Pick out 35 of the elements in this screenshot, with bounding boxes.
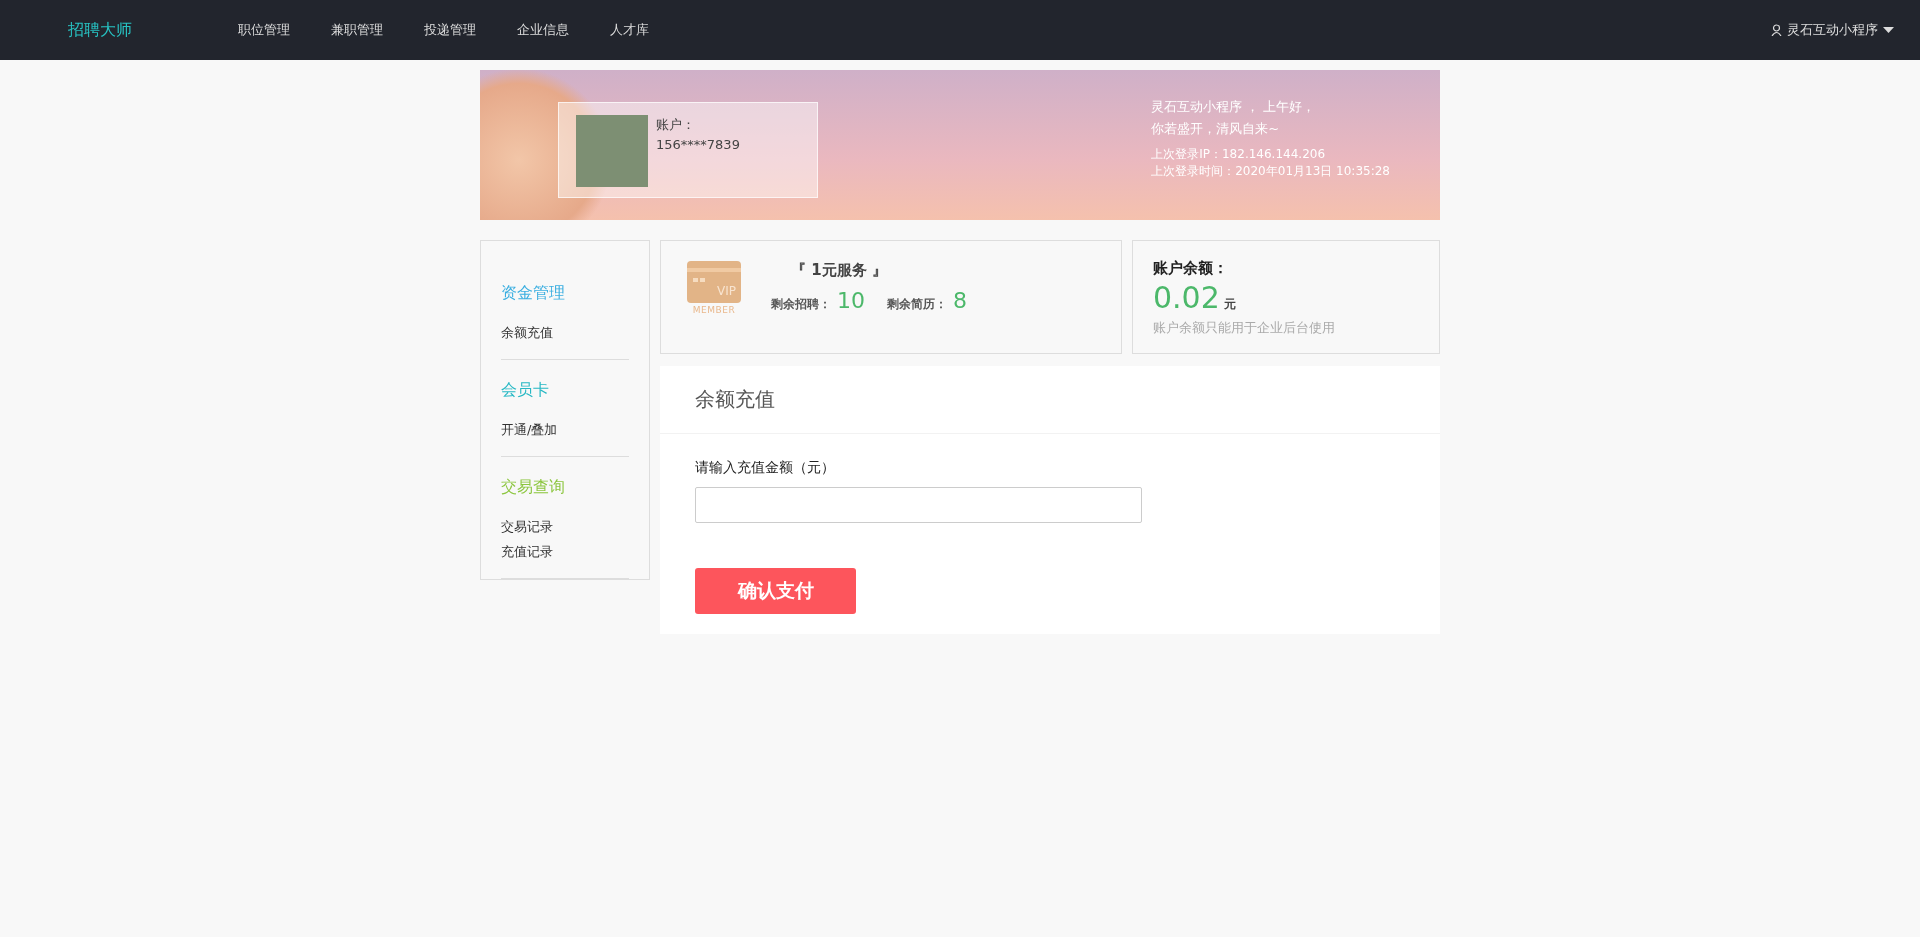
menu-group-title: 资金管理	[501, 283, 566, 304]
menu-item[interactable]: 交易记录	[501, 514, 629, 539]
greeting-text: 灵石互动小程序 ， 上午好，	[1151, 98, 1317, 116]
motto-text: 你若盛开，清风自来~	[1151, 120, 1281, 138]
nav-link[interactable]: 职位管理	[238, 21, 290, 39]
nav-link[interactable]: 兼职管理	[331, 21, 383, 39]
balance-amount: 0.02	[1153, 280, 1220, 315]
account-label: 账户：	[656, 116, 696, 134]
vip-label: VIP	[717, 284, 736, 298]
panel-title: 余额充值	[660, 366, 1440, 434]
menu-item[interactable]: 充值记录	[501, 539, 629, 564]
menu-item[interactable]: 余额充值	[501, 320, 629, 345]
nav-link[interactable]: 人才库	[610, 21, 649, 39]
balance-note: 账户余额只能用于企业后台使用	[1153, 319, 1336, 337]
amount-input-field[interactable]	[695, 487, 1142, 523]
app-logo[interactable]: 招聘大师	[68, 19, 132, 41]
user-icon	[1771, 24, 1782, 36]
menu-item[interactable]: 开通/叠加	[501, 417, 629, 442]
menu-group-title: 交易查询	[501, 477, 566, 498]
remaining-resumes-label: 剩余简历：	[887, 296, 947, 313]
remaining-resumes-count: 8	[953, 288, 967, 313]
remaining-jobs-label: 剩余招聘：	[771, 296, 831, 313]
nav-link[interactable]: 企业信息	[517, 21, 569, 39]
nav-link[interactable]: 投递管理	[424, 21, 476, 39]
amount-label: 请输入充值金额（元）	[695, 459, 836, 477]
account-number: 156****7839	[656, 136, 740, 154]
user-menu[interactable]: 灵石互动小程序	[1787, 21, 1878, 39]
currency-unit: 元	[1223, 296, 1236, 313]
caret-icon[interactable]	[1883, 27, 1894, 33]
photo-placeholder	[576, 115, 648, 187]
remaining-jobs-count: 10	[837, 288, 865, 313]
balance-label: 账户余额：	[1153, 259, 1229, 278]
service-title: 『 1元服务 』	[791, 261, 888, 280]
menu-group-title: 会员卡	[501, 380, 550, 401]
member-label: MEMBER	[692, 305, 736, 315]
